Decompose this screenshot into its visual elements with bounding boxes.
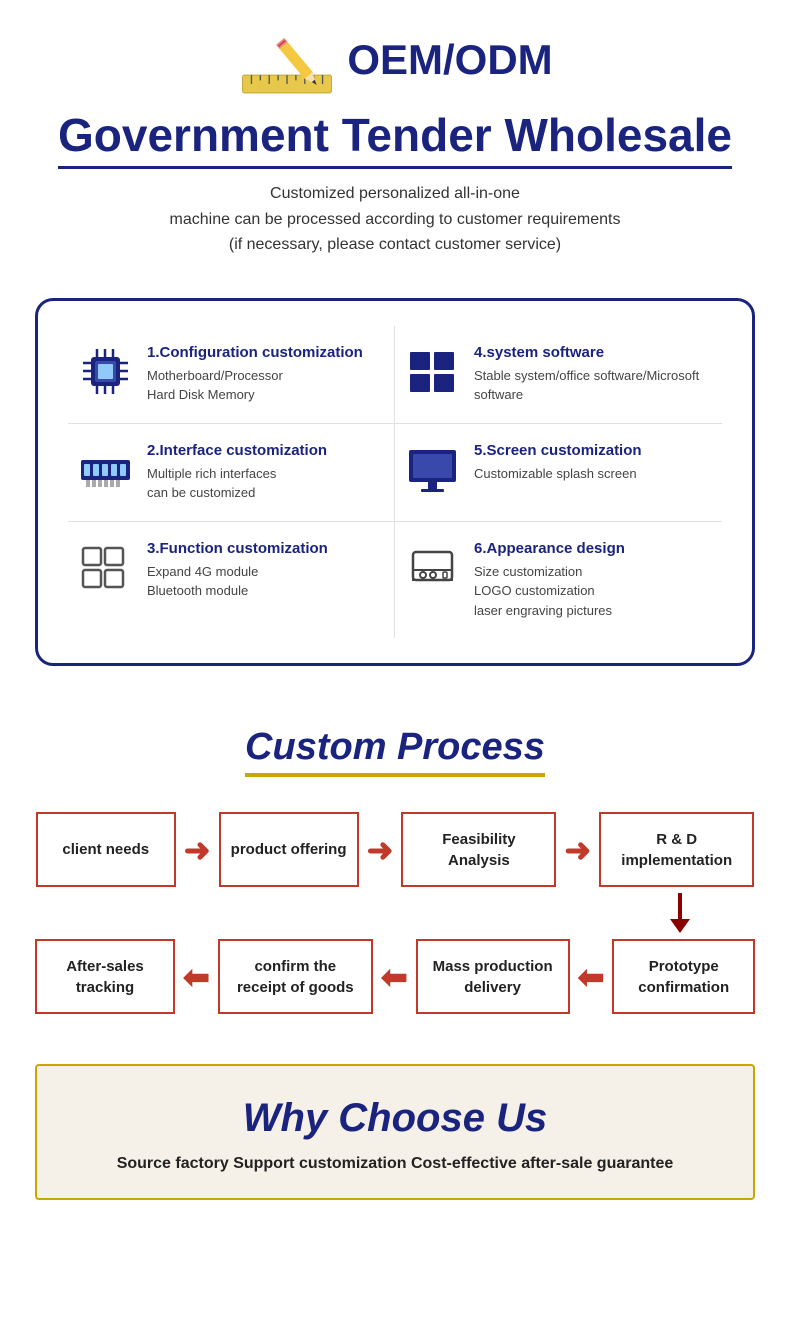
- interface-icon: [78, 442, 133, 497]
- gov-title: Government Tender Wholesale: [58, 108, 732, 169]
- software-icon: [405, 344, 460, 399]
- feature-title-1: 1.Configuration customization: [147, 344, 363, 361]
- process-box-confirm-receipt: confirm the receipt of goods: [218, 939, 373, 1014]
- arrow-right-1: ➜: [184, 831, 211, 869]
- process-row-2: After-sales tracking ⬅ confirm the recei…: [35, 939, 755, 1014]
- feature-desc-5: Customizable splash screen: [474, 464, 642, 484]
- feature-title-5: 5.Screen customization: [474, 442, 642, 459]
- arrow-down: [35, 893, 755, 933]
- feature-item-1: 1.Configuration customization Motherboar…: [68, 326, 395, 424]
- arrow-left-1: ⬅: [183, 958, 210, 996]
- feature-text-4: 4.system software Stable system/office s…: [474, 344, 712, 405]
- header-section: OEM/ODM Government Tender Wholesale Cust…: [0, 0, 790, 268]
- pencil-ruler-icon: [237, 20, 337, 100]
- feature-text-6: 6.Appearance design Size customizationLO…: [474, 540, 625, 621]
- process-box-rd: R & D implementation: [599, 812, 754, 887]
- why-title: Why Choose Us: [57, 1096, 733, 1141]
- feature-item-6: 6.Appearance design Size customizationLO…: [395, 522, 722, 639]
- feature-item-5: 5.Screen customization Customizable spla…: [395, 424, 722, 522]
- process-box-client-needs: client needs: [36, 812, 176, 887]
- process-row-1: client needs ➜ product offering ➜ Feasib…: [35, 812, 755, 887]
- process-box-feasibility: Feasibility Analysis: [401, 812, 556, 887]
- feature-item-2: 2.Interface customization Multiple rich …: [68, 424, 395, 522]
- arrow-right-3: ➜: [564, 831, 591, 869]
- header-top: OEM/ODM: [40, 20, 750, 100]
- process-box-mass-production: Mass production delivery: [416, 939, 570, 1014]
- arrow-left-2: ⬅: [381, 958, 408, 996]
- feature-desc-4: Stable system/office software/Microsoft …: [474, 366, 712, 405]
- features-grid: 1.Configuration customization Motherboar…: [68, 326, 722, 639]
- function-icon: [78, 540, 133, 595]
- feature-item-4: 4.system software Stable system/office s…: [395, 326, 722, 424]
- feature-desc-1: Motherboard/ProcessorHard Disk Memory: [147, 366, 363, 405]
- process-box-aftersales: After-sales tracking: [35, 939, 175, 1014]
- cpu-icon: [78, 344, 133, 399]
- feature-title-3: 3.Function customization: [147, 540, 328, 557]
- screen-icon: [405, 442, 460, 497]
- appearance-icon: [405, 540, 460, 595]
- arrow-left-3: ⬅: [578, 958, 605, 996]
- feature-text-5: 5.Screen customization Customizable spla…: [474, 442, 642, 484]
- features-box: 1.Configuration customization Motherboar…: [35, 298, 755, 667]
- feature-item-3: 3.Function customization Expand 4G modul…: [68, 522, 395, 639]
- feature-desc-2: Multiple rich interfacescan be customize…: [147, 464, 327, 503]
- process-box-prototype: Prototype confirmation: [612, 939, 755, 1014]
- why-choose-us-section: Why Choose Us Source factory Support cus…: [35, 1064, 755, 1200]
- process-box-product-offering: product offering: [219, 812, 359, 887]
- feature-title-6: 6.Appearance design: [474, 540, 625, 557]
- feature-text-2: 2.Interface customization Multiple rich …: [147, 442, 327, 503]
- feature-text-3: 3.Function customization Expand 4G modul…: [147, 540, 328, 601]
- feature-text-1: 1.Configuration customization Motherboar…: [147, 344, 363, 405]
- feature-title-4: 4.system software: [474, 344, 712, 361]
- subtitle: Customized personalized all-in-one machi…: [40, 181, 750, 258]
- oem-title: OEM/ODM: [347, 36, 552, 84]
- feature-title-2: 2.Interface customization: [147, 442, 327, 459]
- process-flow: client needs ➜ product offering ➜ Feasib…: [35, 812, 755, 1014]
- feature-desc-3: Expand 4G moduleBluetooth module: [147, 562, 328, 601]
- why-subtitle: Source factory Support customization Cos…: [57, 1155, 733, 1173]
- feature-desc-6: Size customizationLOGO customizationlase…: [474, 562, 625, 621]
- process-section: Custom Process client needs ➜ product of…: [0, 696, 790, 1034]
- arrow-right-2: ➜: [367, 831, 394, 869]
- process-title: Custom Process: [245, 726, 545, 777]
